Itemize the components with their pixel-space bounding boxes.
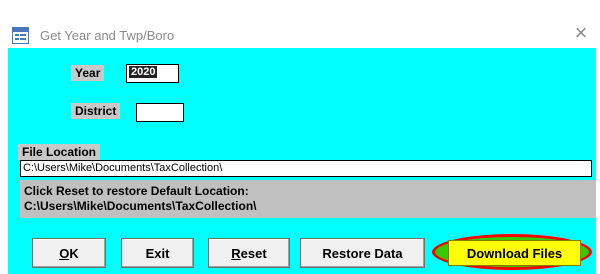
info-line-1: Click Reset to restore Default Location: — [24, 184, 249, 198]
info-panel: Click Reset to restore Default Location:… — [20, 180, 596, 218]
year-value: 2020 — [129, 66, 158, 78]
reset-label-rest: eset — [240, 245, 267, 261]
exit-label: Exit — [145, 245, 170, 261]
close-icon[interactable]: × — [568, 20, 594, 46]
year-label: Year — [71, 65, 105, 81]
file-location-field[interactable]: C:\Users\Mike\Documents\TaxCollection\ — [20, 160, 592, 177]
title-bar[interactable]: Get Year and Twp/Boro × — [0, 8, 600, 48]
top-strip — [0, 0, 600, 8]
year-field[interactable]: 2020 — [126, 64, 179, 83]
district-label: District — [71, 103, 121, 119]
info-line-2: C:\Users\Mike\Documents\TaxCollection\ — [24, 199, 257, 213]
ok-label-rest: K — [69, 245, 79, 261]
download-files-button[interactable]: Download Files — [448, 240, 581, 266]
exit-button[interactable]: Exit — [121, 238, 194, 268]
form-body: Year 2020 District File Location C:\User… — [8, 48, 596, 274]
restore-data-label: Restore Data — [322, 245, 403, 261]
ok-button[interactable]: OK — [32, 238, 106, 268]
download-files-label: Download Files — [466, 245, 563, 261]
form-icon — [12, 27, 29, 44]
reset-button[interactable]: Reset — [208, 238, 290, 268]
restore-data-button[interactable]: Restore Data — [300, 238, 425, 268]
window-title: Get Year and Twp/Boro — [40, 28, 175, 43]
district-field[interactable] — [136, 103, 184, 122]
file-location-label: File Location — [18, 144, 101, 160]
ok-access-key: O — [59, 245, 70, 261]
reset-access-key: R — [231, 245, 241, 261]
